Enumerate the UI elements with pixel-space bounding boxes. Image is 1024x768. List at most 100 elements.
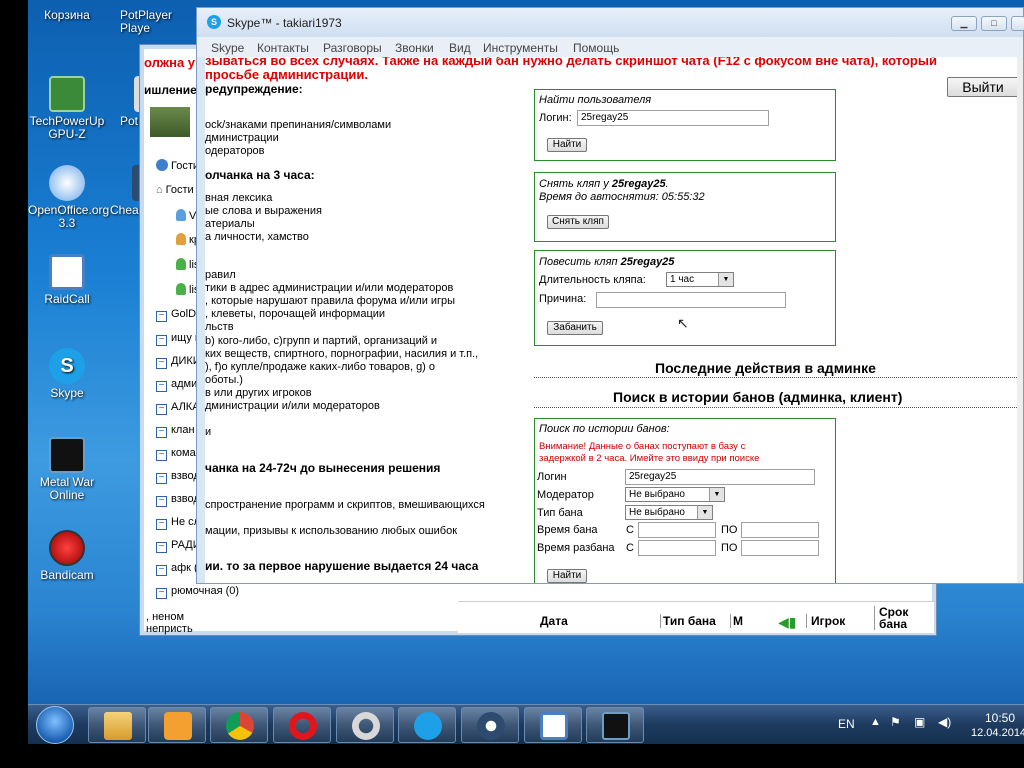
group-row[interactable]: − клан — [156, 424, 195, 446]
clock-date[interactable]: 12.04.2014 — [971, 727, 1024, 739]
tray-expand-icon[interactable]: ▲ — [870, 716, 881, 728]
flag-icon[interactable]: ⚑ — [890, 715, 901, 729]
rule-line: атериалы — [205, 218, 255, 230]
contact-row[interactable]: ⌂ Гости — [156, 184, 194, 206]
group-label: адми — [171, 378, 198, 390]
group-row[interactable]: − ДИКИ — [156, 355, 201, 377]
login-input[interactable]: 25regay25 — [577, 110, 769, 126]
menu-contacts[interactable]: Контакты — [257, 41, 309, 55]
desktop-icon-label: TechPowerUp GPU-Z — [29, 114, 105, 141]
group-row[interactable]: − РАДИ — [156, 539, 201, 561]
metal-war-icon — [49, 437, 85, 473]
collapse-icon[interactable]: − — [156, 565, 167, 576]
collapse-icon[interactable]: − — [156, 358, 167, 369]
collapse-icon[interactable]: − — [156, 450, 167, 461]
menu-calls[interactable]: Звонки — [395, 41, 434, 55]
rule-line: спространение программ и скриптов, вмеши… — [205, 499, 485, 511]
rule-line: равил — [205, 269, 236, 281]
taskbar-cheat[interactable] — [461, 707, 519, 743]
rule-line: и — [205, 426, 212, 438]
ban-type-select[interactable]: Не выбрано ▼ — [625, 505, 713, 520]
group-row[interactable]: − взвод — [156, 470, 200, 492]
potplayer-icon — [164, 712, 192, 740]
reason-input[interactable] — [596, 292, 786, 308]
taskbar-opera[interactable] — [273, 707, 331, 743]
desktop-icon-raidcall[interactable]: RaidCall — [28, 254, 106, 306]
logout-button[interactable]: Выйти — [947, 77, 1019, 97]
group-label: рюмочная (0) — [171, 585, 240, 597]
desktop-icon-label: OpenOffice.org 3.3 — [28, 203, 110, 230]
col-term: Срок бана — [874, 606, 914, 630]
taskbar-metal-war[interactable] — [586, 707, 644, 743]
group-row[interactable]: − кома — [156, 447, 196, 469]
desktop-icon-label: Pot — [120, 114, 139, 128]
menu-tools[interactable]: Инструменты — [483, 41, 558, 55]
remove-ban-button[interactable]: Снять кляп — [547, 215, 609, 229]
menu-conversations[interactable]: Разговоры — [323, 41, 382, 55]
user-icon — [176, 283, 186, 295]
contact-row[interactable]: V — [176, 209, 196, 231]
group-row[interactable]: − АЛКА — [156, 401, 200, 423]
remove-ban-title: Снять кляп у 25regay25. — [539, 178, 669, 190]
ban-time-from-input[interactable] — [638, 522, 716, 538]
contact-row[interactable]: Гости — [156, 159, 199, 181]
taskbar-opera-next[interactable] — [336, 707, 394, 743]
group-row[interactable]: − Не сл — [156, 516, 200, 538]
start-button[interactable] — [36, 706, 74, 744]
moderator-select[interactable]: Не выбрано ▼ — [625, 487, 725, 502]
collapse-icon[interactable]: − — [156, 427, 167, 438]
taskbar-skype[interactable] — [398, 707, 456, 743]
scrollbar[interactable] — [1017, 57, 1023, 583]
collapse-icon[interactable]: − — [156, 381, 167, 392]
desktop-icon-label: Skype — [50, 386, 84, 400]
close-button[interactable] — [1011, 16, 1024, 31]
desktop-icon-potplayer[interactable]: PotPlayer Playe — [106, 0, 184, 35]
search-login-input[interactable]: 25regay25 — [625, 469, 815, 485]
maximize-button[interactable]: □ — [981, 16, 1007, 31]
collapse-icon[interactable]: − — [156, 542, 167, 553]
duration-select[interactable]: 1 час ▼ — [666, 272, 734, 287]
find-button[interactable]: Найти — [547, 138, 587, 152]
metal-war-icon — [602, 712, 630, 740]
menu-skype[interactable]: Skype — [211, 41, 244, 55]
collapse-icon[interactable]: − — [156, 335, 167, 346]
network-icon[interactable]: ▣ — [914, 715, 925, 729]
rule-line: мации, призывы к использованию любых оши… — [205, 525, 458, 537]
taskbar: EN ▲ ⚑ ▣ ◀) 10:50 12.04.2014 — [28, 704, 1024, 744]
moderator-value: Не выбрано — [629, 489, 685, 500]
minimize-button[interactable]: ▁ — [951, 16, 977, 31]
desktop-icon-recycle-bin[interactable]: Корзина — [28, 0, 106, 22]
collapse-icon[interactable]: − — [156, 588, 167, 599]
taskbar-raidcall[interactable] — [524, 707, 582, 743]
collapse-icon[interactable]: − — [156, 473, 167, 484]
group-row[interactable]: − взвод — [156, 493, 200, 515]
group-row[interactable]: − ищу п — [156, 332, 201, 354]
menu-view[interactable]: Вид — [449, 41, 471, 55]
title-bar[interactable]: S Skype™ - takiari1973 ▁ □ — [197, 8, 1024, 37]
taskbar-explorer[interactable] — [88, 707, 146, 743]
desktop-icon-gpuz[interactable]: TechPowerUp GPU-Z — [28, 76, 106, 141]
desktop-icon-bandicam[interactable]: Bandicam — [28, 530, 106, 582]
ban-time-to-input[interactable] — [741, 522, 819, 538]
ban-search-button[interactable]: Найти — [547, 569, 587, 583]
unban-time-from-input[interactable] — [638, 540, 716, 556]
menu-help[interactable]: Помощь — [573, 41, 619, 55]
desktop-icon-skype[interactable]: S Skype — [28, 348, 106, 400]
ban-button[interactable]: Забанить — [547, 321, 603, 335]
contact-label: Гости — [171, 160, 200, 172]
taskbar-potplayer[interactable] — [148, 707, 206, 743]
clock-time[interactable]: 10:50 — [985, 711, 1015, 725]
volume-icon[interactable]: ◀) — [938, 715, 951, 729]
collapse-icon[interactable]: − — [156, 311, 167, 322]
remove-ban-user: 25regay25 — [611, 178, 666, 190]
desktop-icon-metal-war[interactable]: Metal War Online — [28, 437, 106, 502]
desktop-icon-openoffice[interactable]: OpenOffice.org 3.3 — [28, 165, 110, 230]
collapse-icon[interactable]: − — [156, 404, 167, 415]
group-row[interactable]: − рюмочная (0) — [156, 585, 239, 607]
collapse-icon[interactable]: − — [156, 496, 167, 507]
taskbar-chrome[interactable] — [210, 707, 268, 743]
collapse-icon[interactable]: − — [156, 519, 167, 530]
unban-time-to-input[interactable] — [741, 540, 819, 556]
group-row[interactable]: − адми — [156, 378, 197, 400]
language-indicator[interactable]: EN — [838, 717, 855, 731]
